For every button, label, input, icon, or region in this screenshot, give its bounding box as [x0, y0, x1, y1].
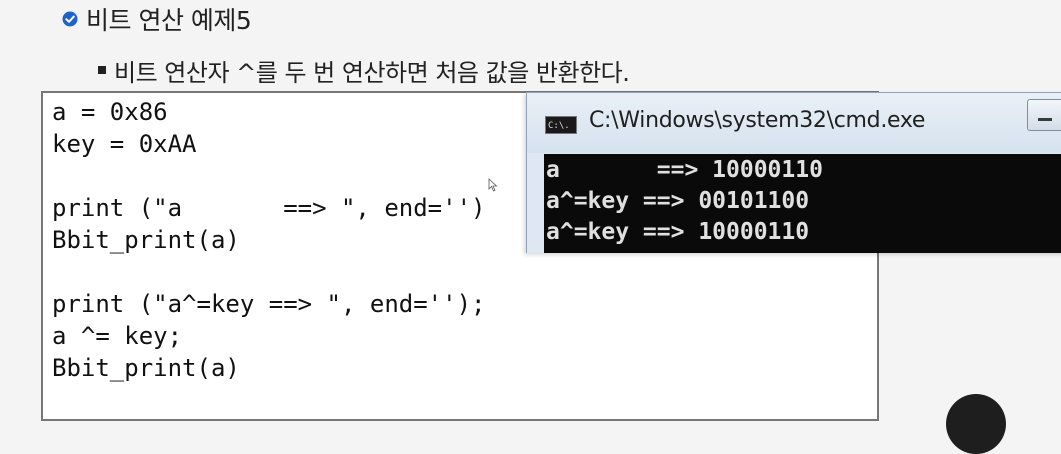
heading-text: 비트 연산 예제5: [86, 6, 252, 35]
code-line: a ^= key;: [52, 322, 183, 350]
code-line: print ("a^=key ==> ", end='');: [52, 290, 486, 318]
code-line: Bbit_print(a): [52, 354, 240, 382]
cmd-console[interactable]: a ==> 10000110 a^=key ==> 00101100 a^=ke…: [544, 154, 1061, 253]
code-line: Bbit_print(a): [52, 226, 240, 254]
minimize-button[interactable]: [1027, 99, 1061, 131]
cmd-window[interactable]: C:\. C:\Windows\system32\cmd.exe a ==> 1…: [526, 92, 1061, 253]
code-line: a = 0x86: [52, 98, 168, 126]
code-line: print ("a ==> ", end=''): [52, 194, 486, 222]
sub-bullet: 비트 연산자 ^를 두 번 연산하면 처음 값을 반환한다.: [98, 54, 630, 87]
sub-bullet-text: 비트 연산자 ^를 두 번 연산하면 처음 값을 반환한다.: [114, 58, 630, 87]
cmd-title: C:\Windows\system32\cmd.exe: [589, 108, 926, 133]
code-line: key = 0xAA: [52, 130, 197, 158]
cmd-titlebar[interactable]: C:\. C:\Windows\system32\cmd.exe: [527, 93, 1061, 153]
cmd-app-icon: C:\.: [545, 116, 577, 134]
minimize-icon: [1038, 118, 1052, 121]
console-output-line: a^=key ==> 10000110: [546, 219, 810, 245]
presenter-avatar: [946, 394, 1006, 454]
mouse-cursor-icon: [488, 178, 498, 192]
slide-heading: 비트 연산 예제5: [62, 2, 252, 36]
square-bullet-icon: [98, 66, 106, 74]
check-circle-icon: [62, 11, 78, 27]
console-output-line: a ==> 10000110: [546, 157, 823, 183]
console-output-line: a^=key ==> 00101100: [546, 188, 810, 214]
